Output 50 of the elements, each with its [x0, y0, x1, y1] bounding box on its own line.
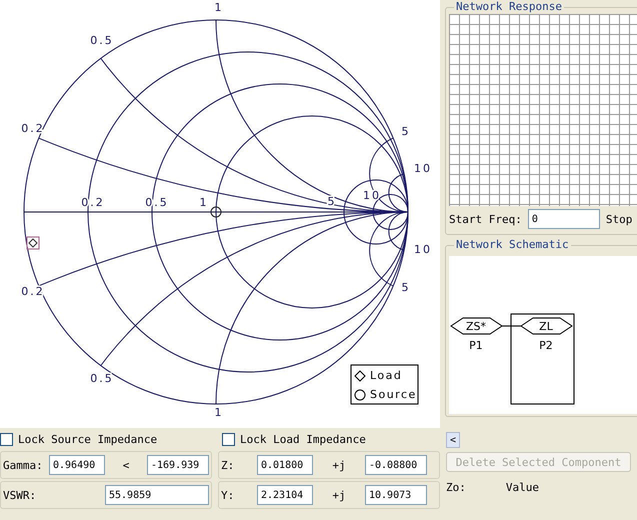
group-title: Network Schematic — [454, 238, 571, 251]
checkbox-label: Lock Load Impedance — [240, 432, 366, 446]
port-symbol[interactable] — [520, 318, 573, 334]
field-label: Z: — [221, 458, 236, 472]
chart-scale-label: 1 — [200, 196, 208, 210]
port-symbol-label: ZS* — [466, 320, 486, 334]
scroll-left-button[interactable]: < — [446, 432, 460, 448]
diamond-icon — [354, 370, 366, 382]
z-real-field[interactable]: 0.01800 — [257, 455, 313, 475]
angle-sign: < — [122, 458, 130, 472]
port-label: P1 — [469, 339, 483, 352]
chart-scale-label: 0.5 — [90, 372, 114, 386]
j-label: +j — [331, 488, 347, 502]
field-label: Value — [506, 480, 539, 494]
port-symbol-label: ZL — [539, 320, 553, 334]
j-label: +j — [331, 458, 347, 472]
chart-scale-label: 10 — [414, 243, 432, 256]
checkbox-label: Lock Source Impedance — [18, 432, 158, 446]
field-label: Y: — [221, 488, 236, 502]
field-label: Stop — [606, 212, 632, 226]
chart-scale-label: 0.2 — [21, 285, 45, 298]
port-label: P2 — [539, 339, 553, 352]
chart-scale-label: 0.2 — [21, 122, 45, 136]
legend-label: Source — [370, 388, 417, 402]
start-freq-field[interactable]: 0 — [528, 209, 600, 229]
y-real-field[interactable]: 2.23104 — [257, 485, 313, 505]
chart-scale-label: 1 — [214, 406, 224, 420]
field-label: Start Freq: — [449, 212, 522, 226]
port-symbol[interactable] — [450, 318, 503, 334]
checkbox[interactable] — [0, 432, 13, 446]
field-label: Gamma: — [3, 458, 43, 472]
y-imag-field[interactable]: 10.9073 — [365, 485, 427, 505]
chart-scale-label: 10 — [414, 162, 432, 176]
gamma-angle-field[interactable]: -169.939 — [147, 455, 209, 475]
gamma-magnitude-field[interactable]: 0.96490 — [49, 455, 105, 475]
chart-scale-label: 0.5 — [90, 34, 114, 48]
chart-scale-label: 5 — [402, 281, 410, 294]
vswr-field[interactable]: 55.9859 — [105, 485, 209, 505]
checkbox[interactable] — [222, 432, 236, 446]
source-marker — [210, 206, 222, 218]
circle-icon — [354, 390, 366, 400]
chart-scale-label: 5 — [402, 125, 410, 138]
group-title: Network Response — [454, 0, 564, 13]
field-label: VSWR: — [3, 488, 38, 502]
legend-background — [350, 364, 418, 404]
field-label: Zo: — [446, 480, 466, 494]
legend-label: Load — [370, 369, 402, 382]
chart-scale-label: 1 — [214, 1, 224, 14]
z-imag-field[interactable]: -0.08800 — [365, 455, 427, 475]
load-marker — [26, 236, 40, 250]
